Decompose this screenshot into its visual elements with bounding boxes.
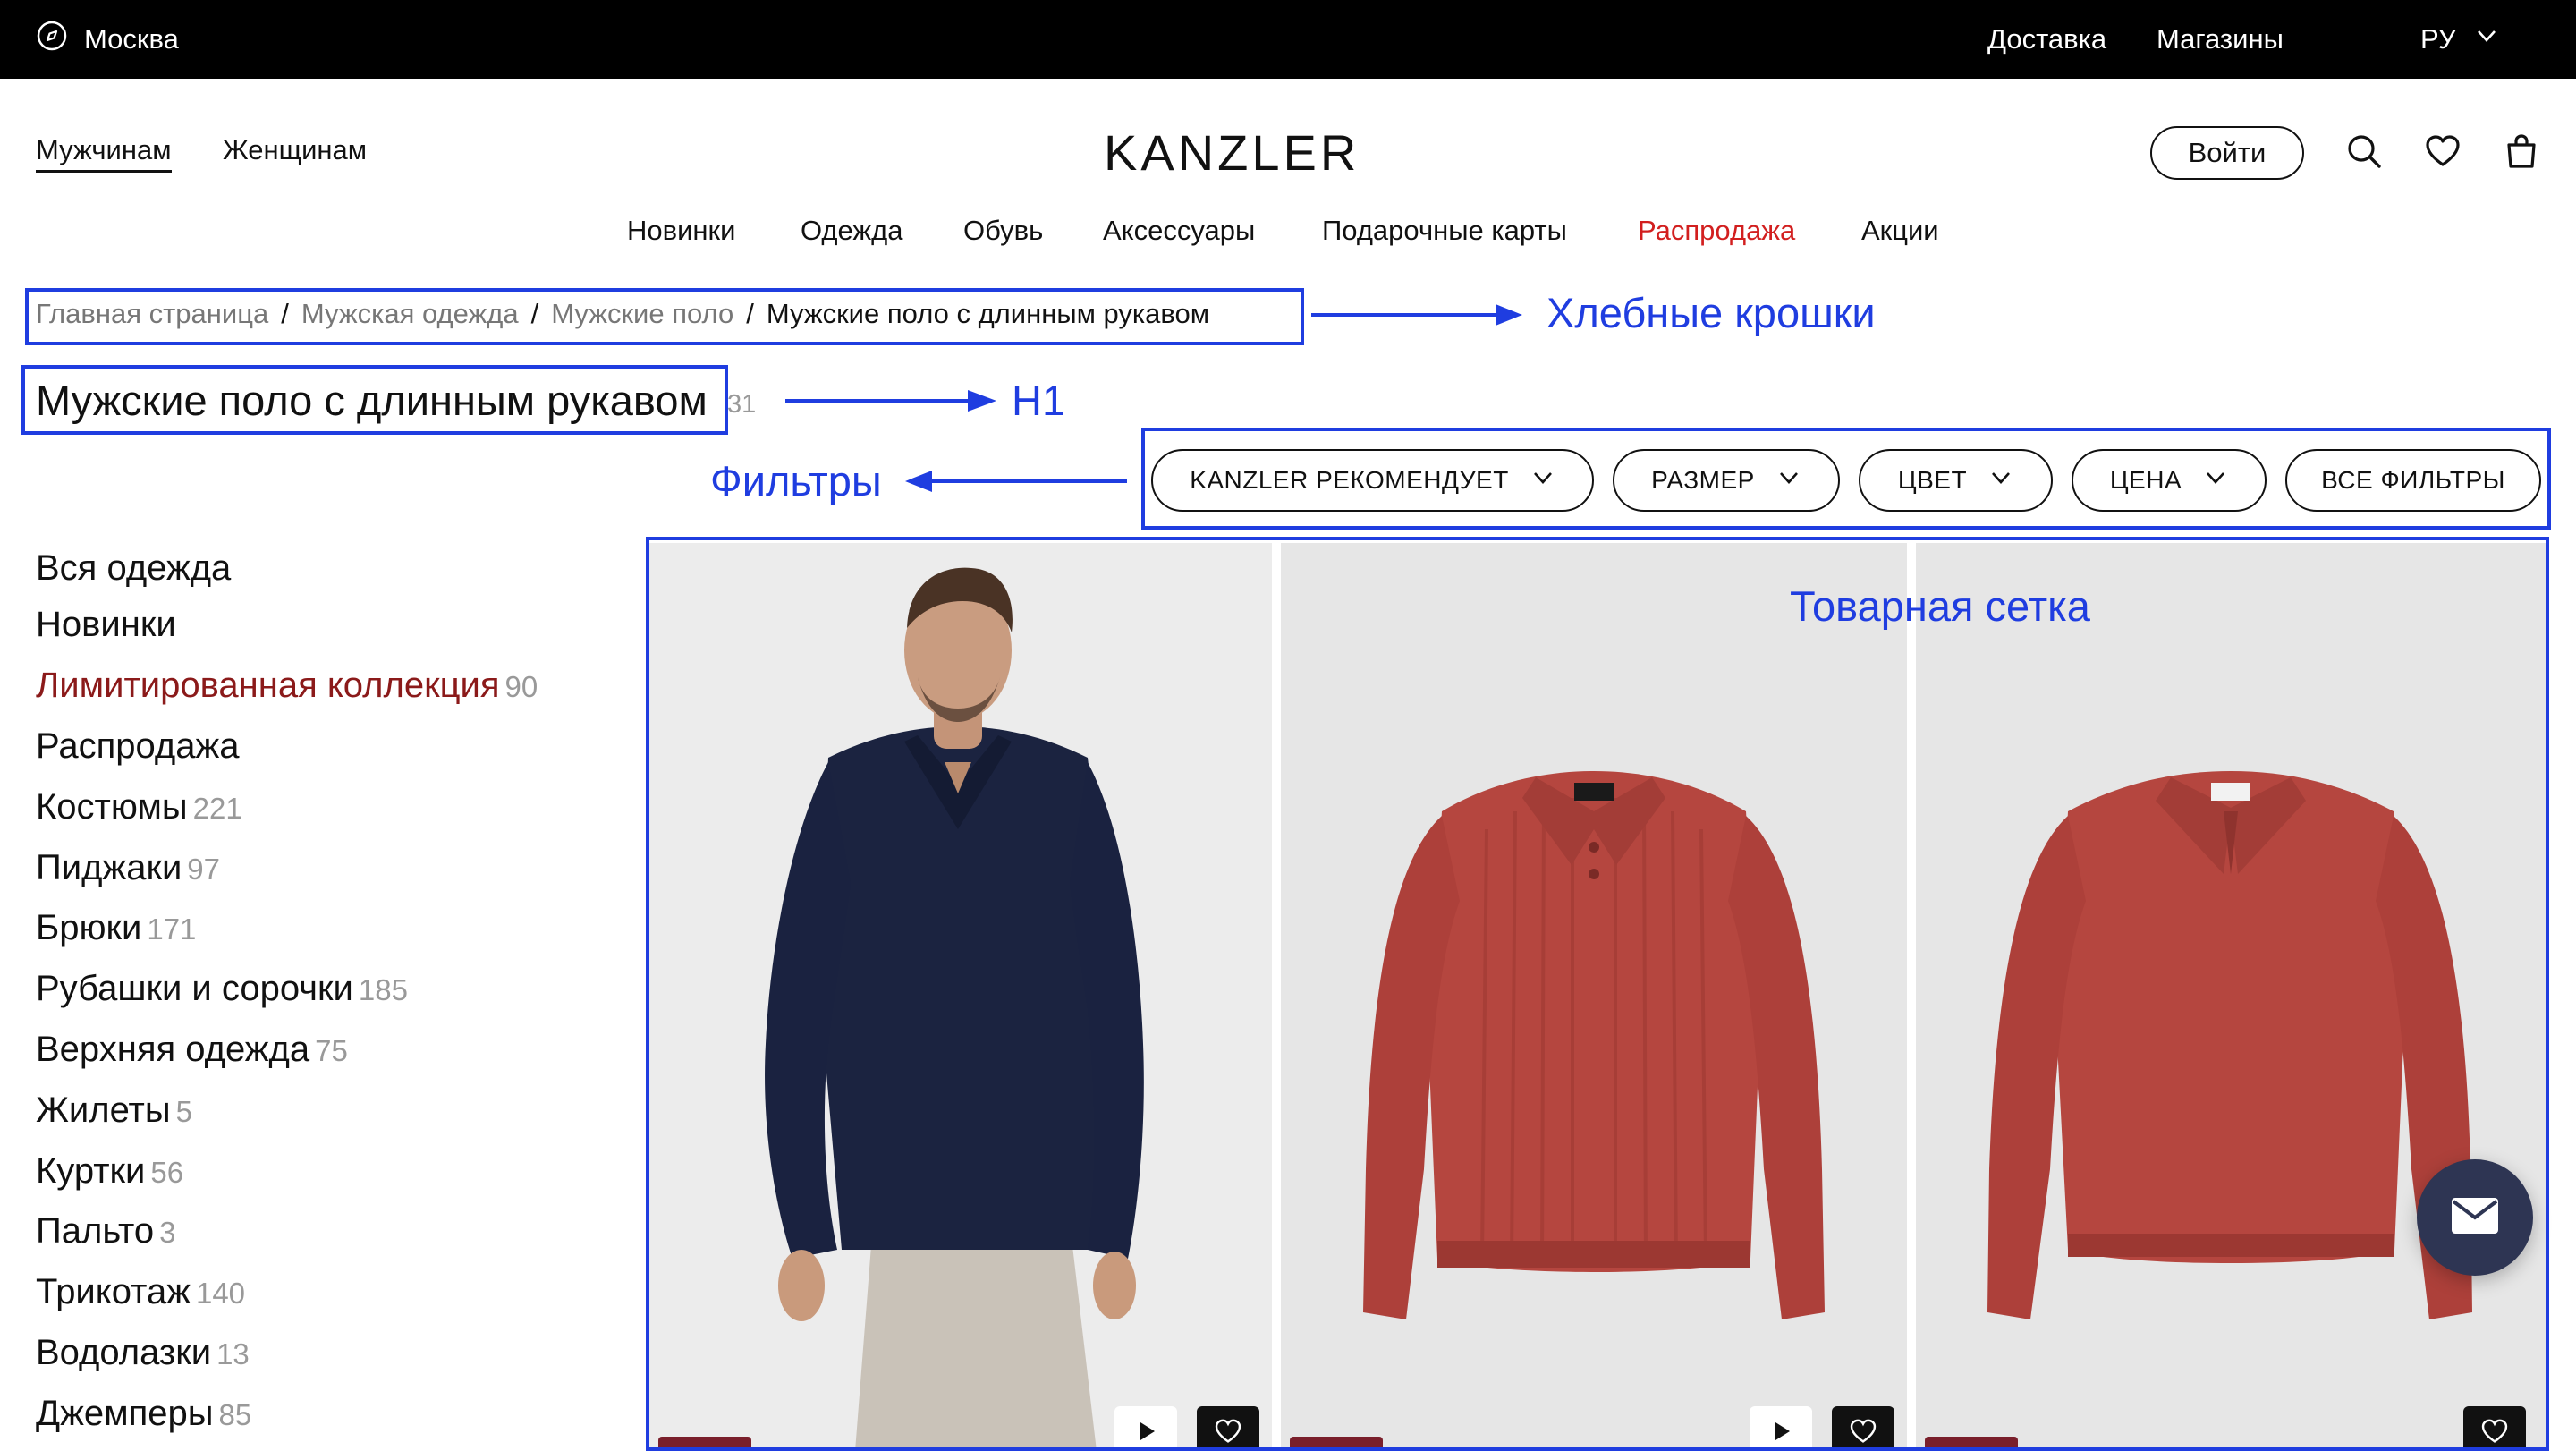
category-item[interactable]: Распродажа <box>36 726 239 767</box>
nav-item-clothing[interactable]: Одежда <box>801 215 902 247</box>
category-name: Жилеты <box>36 1090 171 1130</box>
category-item[interactable]: Рубашки и сорочки 185 <box>36 969 408 1009</box>
nav-item-shoes[interactable]: Обувь <box>963 215 1043 247</box>
compass-icon <box>36 20 68 59</box>
city-label: Москва <box>84 23 179 55</box>
category-name: Верхняя одежда <box>36 1030 310 1069</box>
category-count: 56 <box>150 1156 184 1189</box>
category-count: 221 <box>192 792 242 825</box>
category-name: Распродажа <box>36 726 240 766</box>
annotation-label-h1: H1 <box>1012 377 1066 424</box>
category-item[interactable]: Трикотаж 140 <box>36 1272 245 1312</box>
category-name: Костюмы <box>36 787 188 827</box>
language-selector[interactable]: РУ <box>2420 0 2499 79</box>
nav-item-accessories[interactable]: Аксессуары <box>1103 215 1255 247</box>
annotation-arrow <box>905 471 1127 492</box>
city-selector[interactable]: Москва <box>36 0 179 79</box>
annotation-box-grid <box>646 537 2549 1451</box>
category-name: Пиджаки <box>36 848 182 887</box>
category-item[interactable]: Водолазки 13 <box>36 1333 250 1373</box>
category-item[interactable]: Пальто 3 <box>36 1211 176 1252</box>
category-name: Вся одежда <box>36 548 232 588</box>
gender-women-tab[interactable]: Женщинам <box>223 134 367 166</box>
category-item[interactable]: Пиджаки 97 <box>36 848 220 888</box>
top-bar: Москва Доставка Магазины РУ <box>0 0 2576 79</box>
annotation-box-h1 <box>21 365 728 435</box>
category-item[interactable]: Лимитированная коллекция 90 <box>36 666 538 706</box>
category-count: 171 <box>147 912 197 946</box>
nav-item-new[interactable]: Новинки <box>627 215 735 247</box>
category-name: Водолазки <box>36 1333 212 1372</box>
nav-item-sale[interactable]: Распродажа <box>1638 215 1795 247</box>
nav-item-promotions[interactable]: Акции <box>1861 215 1939 247</box>
category-count: 185 <box>358 973 408 1006</box>
gender-men-tab[interactable]: Мужчинам <box>36 134 172 173</box>
annotation-label-filters: Фильтры <box>710 457 882 505</box>
annotation-arrow <box>785 390 996 412</box>
category-name: Джемперы <box>36 1394 214 1433</box>
annotation-box-breadcrumbs <box>25 288 1304 345</box>
category-count: 85 <box>218 1398 252 1431</box>
category-item[interactable]: Жилеты 5 <box>36 1090 192 1131</box>
category-count: 97 <box>187 853 220 886</box>
search-icon[interactable] <box>2343 131 2385 172</box>
category-item[interactable]: Костюмы 221 <box>36 787 242 827</box>
category-name: Брюки <box>36 908 142 947</box>
annotation-label-breadcrumbs: Хлебные крошки <box>1546 289 1876 336</box>
category-count: 75 <box>315 1034 348 1067</box>
category-item[interactable]: Верхняя одежда 75 <box>36 1030 348 1070</box>
annotation-box-filters <box>1141 428 2551 530</box>
category-item[interactable]: Брюки 171 <box>36 908 196 948</box>
category-item[interactable]: Куртки 56 <box>36 1151 183 1192</box>
chevron-down-icon <box>2474 23 2499 55</box>
category-count: 13 <box>216 1337 250 1370</box>
nav-item-gift-cards[interactable]: Подарочные карты <box>1322 215 1567 247</box>
category-name: Новинки <box>36 605 176 644</box>
stores-link[interactable]: Магазины <box>2157 0 2284 79</box>
heart-icon[interactable] <box>2422 131 2463 172</box>
category-item[interactable]: Джемперы 85 <box>36 1394 251 1434</box>
annotation-arrow <box>1311 304 1522 326</box>
annotation-label-grid: Товарная сетка <box>1790 582 2090 630</box>
category-count: 90 <box>504 670 538 703</box>
category-item[interactable]: Вся одежда <box>36 548 231 589</box>
site-logo[interactable]: KANZLER <box>1104 123 1360 182</box>
category-name: Рубашки и сорочки <box>36 969 353 1008</box>
category-name: Куртки <box>36 1151 146 1191</box>
language-label: РУ <box>2420 23 2456 55</box>
category-count: 5 <box>175 1095 192 1128</box>
category-count: 140 <box>195 1277 246 1310</box>
category-count: 3 <box>159 1216 176 1249</box>
category-name: Лимитированная коллекция <box>36 666 500 705</box>
bag-icon[interactable] <box>2501 131 2542 172</box>
product-count: 31 <box>727 390 757 419</box>
category-name: Пальто <box>36 1211 155 1251</box>
delivery-link[interactable]: Доставка <box>1987 0 2106 79</box>
category-item[interactable]: Новинки <box>36 605 176 645</box>
login-button[interactable]: Войти <box>2150 126 2304 180</box>
category-name: Трикотаж <box>36 1272 191 1311</box>
